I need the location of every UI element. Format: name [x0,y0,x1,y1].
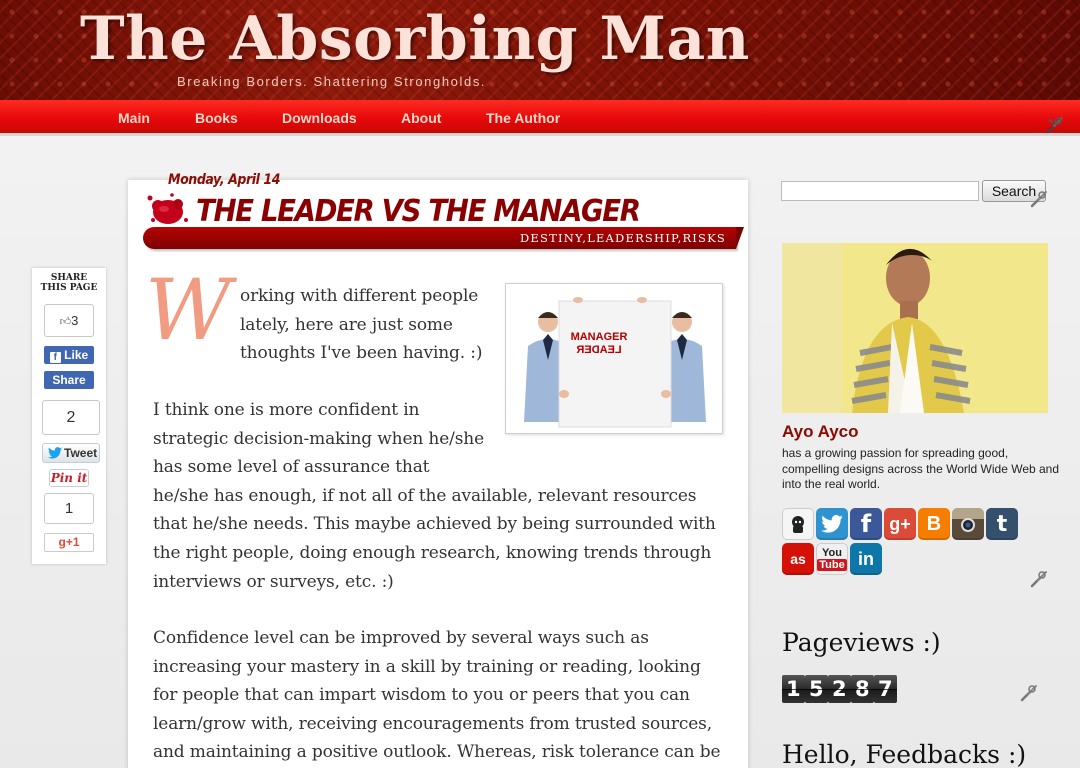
github-octocat-shape [792,516,804,533]
facebook-like-button[interactable]: f Like [44,346,94,364]
post-text-line: I think one is more confident in [153,400,420,420]
nav-item-the-author[interactable]: The Author [486,110,560,126]
instagram-icon[interactable] [952,508,984,540]
edit-tools-icon[interactable] [1046,116,1064,134]
site-title[interactable]: The Absorbing Man [80,4,750,74]
main-nav: Main Books Downloads About The Author [0,100,1080,136]
post-text-line: strategic decision-making when he/she [153,428,485,449]
github-icon[interactable] [782,508,814,540]
google-plus-icon[interactable]: g+ [884,508,916,540]
linkedin-icon[interactable]: in [850,543,882,575]
thumbs-up-icon: 👍︎ [59,316,72,328]
post-text-line: interviews or surveys, etc. :) [153,571,394,592]
post-labels[interactable]: DESTINY,LEADERSHIP,RISKS [520,231,726,245]
post-title[interactable]: THE LEADER VS THE MANAGER [196,195,641,229]
post-text-line: increasing your mastery in a skill by tr… [153,656,701,677]
post-text-line: has some level of assurance that [153,457,430,478]
counter-digit: 5 [805,675,828,703]
post-text-line: he/she has enough, if not all of the ava… [153,485,697,506]
post-text-line: lately, here are just some [240,314,453,335]
pinterest-button[interactable]: Pin it [49,469,89,487]
counter-digit: 7 [874,675,897,703]
twitter-bird-icon [48,447,62,459]
search-input[interactable] [781,181,979,201]
drop-cap: W [145,261,232,359]
youtube-icon[interactable]: You Tube [816,543,848,575]
counter-digit: 2 [828,675,851,703]
nav-item-main[interactable]: Main [118,110,150,126]
share-heading: SHARE THIS PAGE [40,273,98,293]
profile-photo[interactable] [782,243,1048,413]
edit-tools-icon[interactable] [1030,570,1048,588]
nav-item-books[interactable]: Books [195,110,238,126]
facebook-share-button[interactable]: Share [44,371,94,389]
feedbacks-title: Hello, Feedbacks :) [782,740,1027,768]
site-header: The Absorbing Man Breaking Borders. Shat… [0,0,1080,100]
post-text-line: for people that can impart wisdom to you… [153,685,690,706]
post-text-line: Confidence level can be improved by seve… [153,628,649,648]
image-text-manager: MANAGER [570,331,628,343]
nav-item-about[interactable]: About [401,110,441,126]
twitter-bird-shape [821,515,843,533]
profile-photo-illustration [782,243,1048,413]
counter-digit: 8 [851,675,874,703]
facebook-count: 3 [71,313,79,328]
post-text-line: the right people, doing enough research,… [153,543,712,563]
blood-splatter-icon [147,193,188,224]
gplus-button[interactable]: g+1 [44,533,94,552]
pageviews-counter: 1 5 2 8 7 [782,675,897,703]
post-text-line: thoughts I've been having. :) [240,343,483,364]
edit-tools-icon[interactable] [1030,190,1048,208]
youtube-tube-text: Tube [817,559,847,571]
image-text-leader-mirrored: LEADER [576,344,622,356]
post-text-line: learn/grow with, receiving encouragement… [153,713,712,734]
pageviews-title: Pageviews :) [782,628,941,657]
tumblr-icon[interactable]: t [986,508,1018,540]
lastfm-icon[interactable]: as [782,543,814,575]
post-label-bar: DESTINY,LEADERSHIP,RISKS [143,227,744,249]
facebook-count-box: 👍︎3 [44,304,94,337]
post-text-line: orking with different people [240,286,479,306]
site-tagline: Breaking Borders. Shattering Strongholds… [177,74,487,89]
youtube-you-text: You [822,547,842,559]
twitter-icon[interactable] [816,508,848,540]
facebook-icon[interactable]: f [850,508,882,540]
post-date: Monday, April 14 [168,172,281,188]
gplus-count: 1 [44,493,94,524]
instagram-lens-shape [961,518,975,532]
manager-leader-illustration [524,297,706,428]
author-bio: has a growing passion for spreading good… [782,446,1060,491]
post-text-line: that he/she needs. This maybe achieved b… [153,514,716,535]
tweet-count: 2 [42,400,100,435]
post-text-line: and maintaining a positive outlook. Wher… [153,742,721,763]
tweet-button[interactable]: Tweet [42,443,100,463]
post-image[interactable]: MANAGER LEADER [505,283,723,434]
nav-item-downloads[interactable]: Downloads [282,110,357,126]
author-name[interactable]: Ayo Ayco [782,422,859,442]
blogger-icon[interactable]: B [918,508,950,540]
counter-digit: 1 [782,675,805,703]
facebook-icon: f [49,352,61,363]
edit-tools-icon[interactable] [1020,684,1038,702]
